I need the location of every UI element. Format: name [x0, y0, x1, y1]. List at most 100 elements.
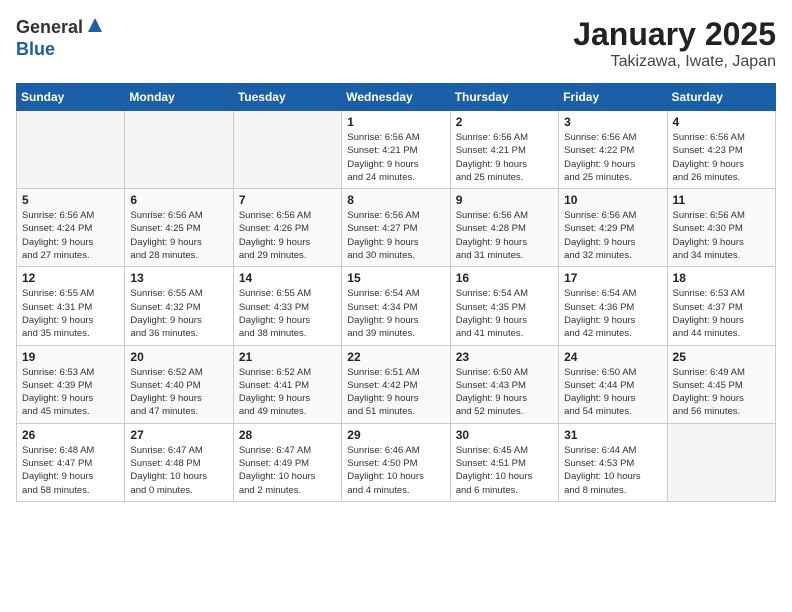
- day-number: 14: [239, 271, 336, 285]
- day-info: Sunrise: 6:56 AM Sunset: 4:26 PM Dayligh…: [239, 209, 336, 262]
- day-info: Sunrise: 6:45 AM Sunset: 4:51 PM Dayligh…: [456, 444, 553, 497]
- day-number: 6: [130, 193, 227, 207]
- calendar-cell: 2Sunrise: 6:56 AM Sunset: 4:21 PM Daylig…: [450, 111, 558, 189]
- day-number: 13: [130, 271, 227, 285]
- day-number: 19: [22, 350, 119, 364]
- calendar-cell: 3 Sunrise: 6:56 AM Sunset: 4:22 PM Daylig…: [559, 111, 667, 189]
- logo-blue: Blue: [16, 39, 55, 59]
- calendar-cell: 12 Sunrise: 6:55 AM Sunset: 4:31 PM Dayli…: [17, 267, 125, 345]
- calendar-cell: 1 Sunrise: 6:56 AM Sunset: 4:21 PM Daylig…: [342, 111, 450, 189]
- day-number: 23: [456, 350, 553, 364]
- calendar-cell: 29Sunrise: 6:46 AM Sunset: 4:50 PM Dayli…: [342, 423, 450, 501]
- day-info: Sunrise: 6:56 AM Sunset: 4:28 PM Dayligh…: [456, 209, 553, 262]
- day-number: 29: [347, 428, 444, 442]
- day-number: 11: [673, 193, 770, 207]
- calendar-cell: 6 Sunrise: 6:56 AM Sunset: 4:25 PM Daylig…: [125, 189, 233, 267]
- day-info: Sunrise: 6:55 AM Sunset: 4:33 PM Dayligh…: [239, 287, 336, 340]
- calendar-cell: 5 Sunrise: 6:56 AM Sunset: 4:24 PM Daylig…: [17, 189, 125, 267]
- day-number: 27: [130, 428, 227, 442]
- day-info: Sunrise: 6:47 AM Sunset: 4:48 PM Dayligh…: [130, 444, 227, 497]
- calendar-cell: [667, 423, 775, 501]
- calendar-cell: 8Sunrise: 6:56 AM Sunset: 4:27 PM Daylig…: [342, 189, 450, 267]
- calendar-cell: 26 Sunrise: 6:48 AM Sunset: 4:47 PM Dayli…: [17, 423, 125, 501]
- calendar-cell: 13 Sunrise: 6:55 AM Sunset: 4:32 PM Dayli…: [125, 267, 233, 345]
- day-number: 30: [456, 428, 553, 442]
- calendar-subtitle: Takizawa, Iwate, Japan: [573, 53, 776, 71]
- weekday-header: Thursday: [450, 84, 558, 111]
- calendar-cell: 23 Sunrise: 6:50 AM Sunset: 4:43 PM Dayli…: [450, 345, 558, 423]
- day-info: Sunrise: 6:56 AM Sunset: 4:21 PM Dayligh…: [347, 131, 444, 184]
- day-info: Sunrise: 6:55 AM Sunset: 4:31 PM Dayligh…: [22, 287, 119, 340]
- day-info: Sunrise: 6:47 AM Sunset: 4:49 PM Dayligh…: [239, 444, 336, 497]
- calendar-cell: 18Sunrise: 6:53 AM Sunset: 4:37 PM Dayli…: [667, 267, 775, 345]
- day-info: Sunrise: 6:44 AM Sunset: 4:53 PM Dayligh…: [564, 444, 661, 497]
- calendar-cell: 15Sunrise: 6:54 AM Sunset: 4:34 PM Dayli…: [342, 267, 450, 345]
- logo: General Blue: [16, 16, 104, 60]
- calendar-week-row: 26 Sunrise: 6:48 AM Sunset: 4:47 PM Dayli…: [17, 423, 776, 501]
- day-info: Sunrise: 6:54 AM Sunset: 4:35 PM Dayligh…: [456, 287, 553, 340]
- day-number: 31: [564, 428, 661, 442]
- day-info: Sunrise: 6:52 AM Sunset: 4:41 PM Dayligh…: [239, 366, 336, 419]
- calendar-cell: [17, 111, 125, 189]
- day-info: Sunrise: 6:56 AM Sunset: 4:24 PM Dayligh…: [22, 209, 119, 262]
- day-info: Sunrise: 6:53 AM Sunset: 4:39 PM Dayligh…: [22, 366, 119, 419]
- calendar-cell: 14 Sunrise: 6:55 AM Sunset: 4:33 PM Dayli…: [233, 267, 341, 345]
- day-info: Sunrise: 6:56 AM Sunset: 4:25 PM Dayligh…: [130, 209, 227, 262]
- day-number: 15: [347, 271, 444, 285]
- day-number: 9: [456, 193, 553, 207]
- day-number: 5: [22, 193, 119, 207]
- calendar-cell: 31 Sunrise: 6:44 AM Sunset: 4:53 PM Dayli…: [559, 423, 667, 501]
- day-number: 16: [456, 271, 553, 285]
- calendar-cell: 20Sunrise: 6:52 AM Sunset: 4:40 PM Dayli…: [125, 345, 233, 423]
- calendar-cell: 17Sunrise: 6:54 AM Sunset: 4:36 PM Dayli…: [559, 267, 667, 345]
- day-info: Sunrise: 6:56 AM Sunset: 4:30 PM Dayligh…: [673, 209, 770, 262]
- day-number: 3: [564, 115, 661, 129]
- day-info: Sunrise: 6:48 AM Sunset: 4:47 PM Dayligh…: [22, 444, 119, 497]
- calendar-cell: 24 Sunrise: 6:50 AM Sunset: 4:44 PM Dayli…: [559, 345, 667, 423]
- calendar-cell: 21 Sunrise: 6:52 AM Sunset: 4:41 PM Dayli…: [233, 345, 341, 423]
- day-number: 7: [239, 193, 336, 207]
- calendar-cell: 25Sunrise: 6:49 AM Sunset: 4:45 PM Dayli…: [667, 345, 775, 423]
- page-header: General Blue January 2025 Takizawa, Iwat…: [16, 16, 776, 71]
- day-number: 20: [130, 350, 227, 364]
- day-info: Sunrise: 6:56 AM Sunset: 4:29 PM Dayligh…: [564, 209, 661, 262]
- weekday-header: Wednesday: [342, 84, 450, 111]
- day-info: Sunrise: 6:54 AM Sunset: 4:36 PM Dayligh…: [564, 287, 661, 340]
- day-number: 22: [347, 350, 444, 364]
- calendar-cell: 10Sunrise: 6:56 AM Sunset: 4:29 PM Dayli…: [559, 189, 667, 267]
- weekday-header: Monday: [125, 84, 233, 111]
- day-info: Sunrise: 6:56 AM Sunset: 4:22 PM Dayligh…: [564, 131, 661, 184]
- calendar-week-row: 1 Sunrise: 6:56 AM Sunset: 4:21 PM Daylig…: [17, 111, 776, 189]
- calendar-cell: 28 Sunrise: 6:47 AM Sunset: 4:49 PM Dayli…: [233, 423, 341, 501]
- calendar-cell: 27 Sunrise: 6:47 AM Sunset: 4:48 PM Dayli…: [125, 423, 233, 501]
- calendar-title: January 2025: [573, 16, 776, 53]
- day-info: Sunrise: 6:56 AM Sunset: 4:27 PM Dayligh…: [347, 209, 444, 262]
- calendar-cell: 9 Sunrise: 6:56 AM Sunset: 4:28 PM Daylig…: [450, 189, 558, 267]
- title-block: January 2025 Takizawa, Iwate, Japan: [573, 16, 776, 71]
- day-number: 4: [673, 115, 770, 129]
- calendar-cell: [233, 111, 341, 189]
- calendar-cell: [125, 111, 233, 189]
- day-number: 28: [239, 428, 336, 442]
- calendar-cell: 11 Sunrise: 6:56 AM Sunset: 4:30 PM Dayli…: [667, 189, 775, 267]
- calendar-week-row: 12 Sunrise: 6:55 AM Sunset: 4:31 PM Dayli…: [17, 267, 776, 345]
- day-info: Sunrise: 6:53 AM Sunset: 4:37 PM Dayligh…: [673, 287, 770, 340]
- day-info: Sunrise: 6:51 AM Sunset: 4:42 PM Dayligh…: [347, 366, 444, 419]
- day-number: 21: [239, 350, 336, 364]
- day-number: 12: [22, 271, 119, 285]
- calendar-cell: 30 Sunrise: 6:45 AM Sunset: 4:51 PM Dayli…: [450, 423, 558, 501]
- calendar-cell: 22 Sunrise: 6:51 AM Sunset: 4:42 PM Dayli…: [342, 345, 450, 423]
- day-number: 26: [22, 428, 119, 442]
- calendar-cell: 19 Sunrise: 6:53 AM Sunset: 4:39 PM Dayli…: [17, 345, 125, 423]
- day-info: Sunrise: 6:56 AM Sunset: 4:23 PM Dayligh…: [673, 131, 770, 184]
- weekday-header-row: SundayMondayTuesdayWednesdayThursdayFrid…: [17, 84, 776, 111]
- logo-general: General: [16, 17, 83, 38]
- day-info: Sunrise: 6:50 AM Sunset: 4:43 PM Dayligh…: [456, 366, 553, 419]
- calendar-cell: 16 Sunrise: 6:54 AM Sunset: 4:35 PM Dayli…: [450, 267, 558, 345]
- weekday-header: Sunday: [17, 84, 125, 111]
- day-info: Sunrise: 6:55 AM Sunset: 4:32 PM Dayligh…: [130, 287, 227, 340]
- day-number: 1: [347, 115, 444, 129]
- day-number: 24: [564, 350, 661, 364]
- day-info: Sunrise: 6:50 AM Sunset: 4:44 PM Dayligh…: [564, 366, 661, 419]
- logo-icon: [86, 16, 104, 39]
